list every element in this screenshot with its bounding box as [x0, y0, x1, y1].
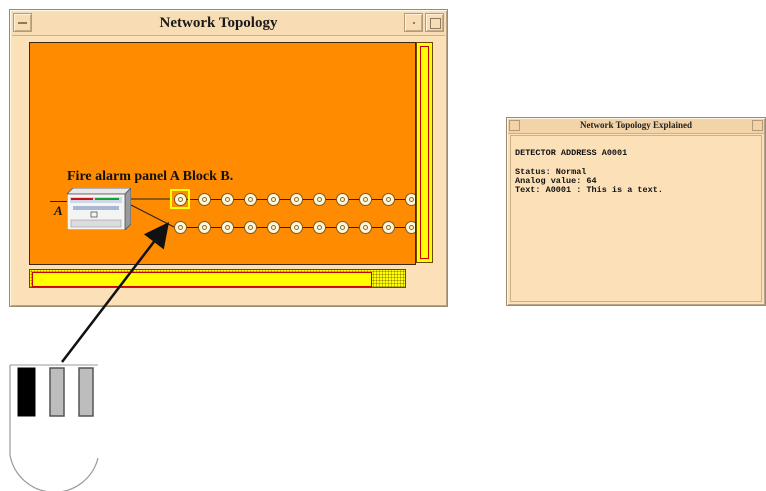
- detector-icon[interactable]: [221, 193, 234, 206]
- detector-icon[interactable]: [405, 193, 415, 206]
- detector-icon[interactable]: [244, 221, 257, 234]
- detector-icon[interactable]: [382, 221, 395, 234]
- detector-icon[interactable]: [359, 193, 372, 206]
- detector-address-heading: DETECTOR ADDRESS A0001: [515, 148, 628, 158]
- detector-icon[interactable]: [267, 221, 280, 234]
- detector-icon[interactable]: [405, 221, 415, 234]
- topology-canvas[interactable]: Fire alarm panel A Block B. A: [29, 42, 416, 265]
- explained-title-bar[interactable]: Network Topology Explained: [508, 119, 764, 134]
- horizontal-scrollbar[interactable]: [29, 269, 406, 288]
- detector-icon[interactable]: [359, 221, 372, 234]
- maximize-icon[interactable]: [752, 120, 763, 131]
- window-title: Network Topology: [159, 15, 278, 31]
- detector-icon[interactable]: [198, 221, 211, 234]
- detector-icon[interactable]: [221, 221, 234, 234]
- vertical-scrollbar[interactable]: [416, 42, 433, 263]
- topology-explained-window: Network Topology Explained DETECTOR ADDR…: [506, 117, 766, 306]
- detector-icon[interactable]: [313, 193, 326, 206]
- detector-icon[interactable]: [290, 193, 303, 206]
- detector-icon[interactable]: [336, 221, 349, 234]
- window-menu-icon[interactable]: [13, 13, 32, 32]
- loop-line-left: [50, 201, 68, 202]
- detector-icon[interactable]: [198, 193, 211, 206]
- detector-icon[interactable]: [336, 193, 349, 206]
- explained-content: [510, 135, 762, 302]
- detector-icon[interactable]: [382, 193, 395, 206]
- minimize-icon[interactable]: [404, 13, 423, 32]
- text-line: Text: A0001 : This is a text.: [515, 185, 663, 195]
- detector-icon[interactable]: [174, 193, 187, 206]
- line-label: A: [54, 203, 63, 218]
- maximize-icon[interactable]: [425, 13, 444, 32]
- detector-icon[interactable]: [244, 193, 257, 206]
- detector-icon[interactable]: [313, 221, 326, 234]
- window-menu-icon[interactable]: [509, 120, 520, 131]
- smoke-detector-illustration: [9, 364, 99, 491]
- network-topology-window: Network Topology Fire alarm panel A Bloc…: [9, 9, 448, 307]
- panel-label: Fire alarm panel A Block B.: [67, 169, 234, 184]
- horizontal-scroll-thumb[interactable]: [32, 272, 372, 287]
- detector-icon[interactable]: [174, 221, 187, 234]
- detector-icon[interactable]: [290, 221, 303, 234]
- fire-alarm-panel-icon[interactable]: [67, 188, 131, 230]
- detector-icon[interactable]: [267, 193, 280, 206]
- title-bar[interactable]: Network Topology: [12, 12, 445, 36]
- explained-window-title: Network Topology Explained: [579, 120, 693, 130]
